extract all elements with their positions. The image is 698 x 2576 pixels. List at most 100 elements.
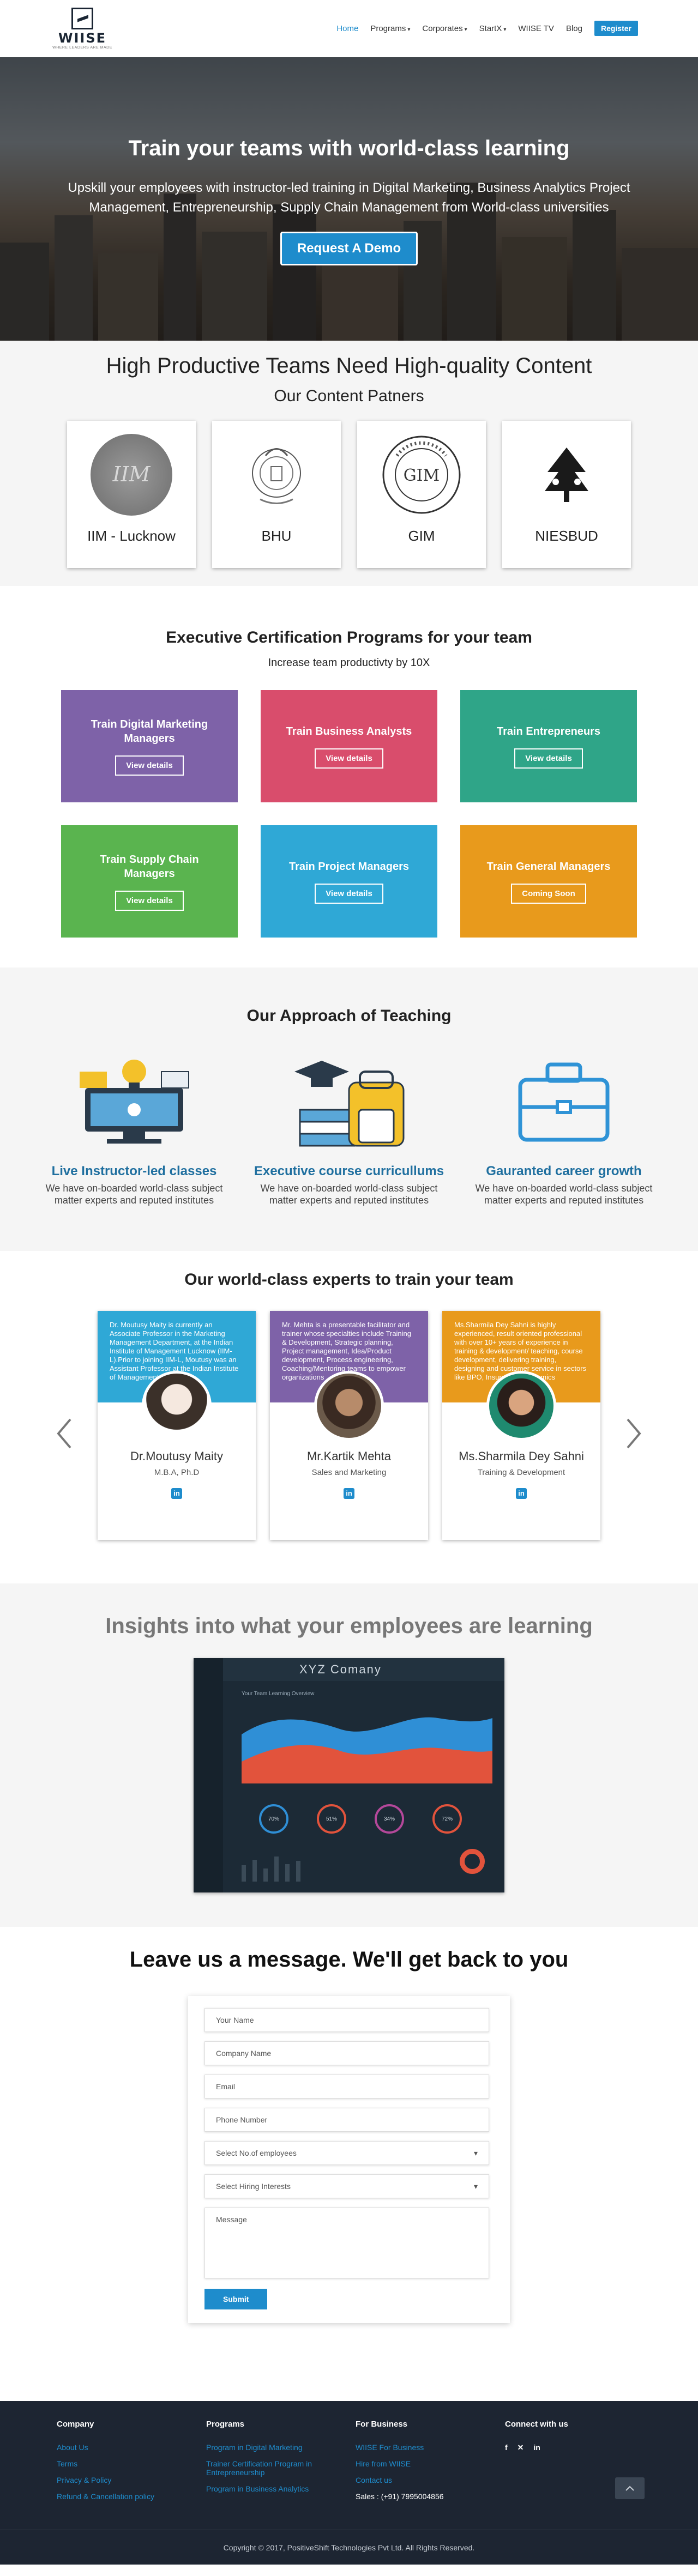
partner-card-bhu[interactable]: BHU (212, 421, 341, 568)
hiring-interests-select[interactable]: Select Hiring Interests ▾ (204, 2174, 489, 2198)
program-card-business-analysts[interactable]: Train Business Analysts View details (261, 690, 437, 802)
footer-link[interactable]: Terms (57, 2459, 206, 2468)
approach-text: We have on-boarded world-class subject m… (45, 1183, 223, 1206)
program-card-project-managers[interactable]: Train Project Managers View details (261, 825, 437, 938)
dashboard-title: XYZ Comany (223, 1658, 504, 1681)
site-footer: Company About Us Terms Privacy & Policy … (0, 2401, 698, 2565)
view-details-button[interactable]: View details (315, 883, 383, 904)
approach-title: Live Instructor-led classes (51, 1164, 217, 1178)
curriculum-illustration-icon (250, 1047, 448, 1156)
nav-blog[interactable]: Blog (566, 24, 582, 33)
experts-carousel: Dr. Moutusy Maity is currently an Associ… (0, 1311, 698, 1540)
program-card-digital-marketing[interactable]: Train Digital Marketing Managers View de… (61, 690, 238, 802)
program-card-entrepreneurs[interactable]: Train Entrepreneurs View details (460, 690, 637, 802)
expert-card[interactable]: Dr. Moutusy Maity is currently an Associ… (98, 1311, 256, 1540)
carousel-next-arrow-icon[interactable] (623, 1414, 645, 1453)
linkedin-icon[interactable]: in (344, 1488, 354, 1499)
expert-name: Ms.Sharmila Dey Sahni (459, 1449, 584, 1463)
footer-col-company: Company About Us Terms Privacy & Policy … (57, 2420, 206, 2508)
expert-name: Dr.Moutusy Maity (130, 1449, 223, 1463)
field-placeholder: Your Name (216, 2016, 254, 2024)
twitter-icon[interactable]: ✕ (518, 2443, 524, 2452)
caret-down-icon: ▾ (503, 26, 507, 33)
nav-corporates-label: Corporates (422, 23, 463, 33)
dashboard-screenshot: XYZ Comany Your Team Learning Overview 7… (194, 1658, 504, 1892)
footer-link[interactable]: Privacy & Policy (57, 2476, 206, 2484)
expert-role: Training & Development (477, 1468, 565, 1477)
contact-heading: Leave us a message. We'll get back to yo… (129, 1948, 569, 1972)
footer-link[interactable]: About Us (57, 2443, 206, 2452)
nav-programs[interactable]: Programs ▾ (370, 24, 410, 33)
caret-down-icon: ▾ (473, 2182, 478, 2191)
register-button[interactable]: Register (594, 21, 638, 36)
nav-corporates[interactable]: Corporates ▾ (422, 24, 467, 33)
footer-link[interactable]: Trainer Certification Program in Entrepr… (206, 2459, 356, 2477)
field-placeholder: Phone Number (216, 2115, 268, 2124)
insights-section: Insights into what your employees are le… (0, 1583, 698, 1927)
wiise-logo[interactable]: WIISE WHERE LEADERS ARE MADE (52, 8, 112, 51)
program-title: Train Entrepreneurs (496, 725, 601, 737)
select-placeholder: Select No.of employees (216, 2149, 297, 2157)
coming-soon-button[interactable]: Coming Soon (511, 883, 586, 904)
gim-seal-icon: GIM (381, 434, 462, 516)
footer-link[interactable]: Refund & Cancellation policy (57, 2492, 206, 2501)
dashboard-chart-title: Your Team Learning Overview (242, 1691, 315, 1697)
nav-home[interactable]: Home (336, 24, 358, 33)
gauge: 70% (259, 1804, 288, 1834)
approach-text: We have on-boarded world-class subject m… (260, 1183, 438, 1206)
carousel-prev-arrow-icon[interactable] (53, 1414, 75, 1453)
view-details-button[interactable]: View details (115, 890, 184, 911)
approach-item-curriculum: Executive course curricullums We have on… (250, 1047, 448, 1206)
approach-title: Executive course curricullums (254, 1164, 444, 1178)
footer-link[interactable]: WIISE For Business (356, 2443, 505, 2452)
contact-form: Your Name Company Name Email Phone Numbe… (188, 1996, 510, 2323)
facebook-icon[interactable]: f (505, 2443, 508, 2452)
caret-down-icon: ▾ (464, 26, 467, 33)
expert-card[interactable]: Ms.Sharmila Dey Sahni is highly experien… (442, 1311, 600, 1540)
phone-input[interactable]: Phone Number (204, 2108, 489, 2132)
hero-title: Train your teams with world-class learni… (128, 136, 570, 160)
select-placeholder: Select Hiring Interests (216, 2182, 291, 2191)
partner-name: IIM - Lucknow (87, 528, 176, 544)
linkedin-icon[interactable]: in (171, 1488, 182, 1499)
footer-col-programs: Programs Program in Digital Marketing Tr… (206, 2420, 356, 2508)
email-input[interactable]: Email (204, 2075, 489, 2099)
footer-link[interactable]: Program in Digital Marketing (206, 2443, 356, 2452)
view-details-button[interactable]: View details (115, 755, 184, 776)
message-textarea[interactable]: Message (204, 2208, 489, 2278)
footer-link[interactable]: Program in Business Analytics (206, 2484, 356, 2493)
nav-startx[interactable]: StartX ▾ (479, 24, 507, 33)
textarea-placeholder: Message (216, 2215, 247, 2224)
svg-text:IIM: IIM (112, 462, 151, 486)
dashboard-donut (460, 1849, 485, 1874)
program-card-general-managers[interactable]: Train General Managers Coming Soon (460, 825, 637, 938)
partners-heading: High Productive Teams Need High-quality … (106, 354, 592, 378)
partner-name: GIM (408, 528, 435, 544)
partner-card-niesbud[interactable]: NIESBUD (502, 421, 631, 568)
program-title: Train Project Managers (288, 860, 410, 873)
back-to-top-button[interactable] (615, 2477, 645, 2499)
view-details-button[interactable]: View details (514, 748, 583, 769)
learning-area-chart (242, 1717, 492, 1783)
programs-section: Executive Certification Programs for you… (0, 586, 698, 967)
linkedin-icon[interactable]: in (516, 1488, 527, 1499)
hero-banner: Train your teams with world-class learni… (0, 57, 698, 341)
request-demo-button[interactable]: Request A Demo (280, 232, 418, 265)
program-title: Train Business Analysts (286, 725, 412, 737)
partner-card-iim[interactable]: IIM IIM - Lucknow (67, 421, 196, 568)
partner-card-gim[interactable]: GIM GIM (357, 421, 486, 568)
program-card-supply-chain[interactable]: Train Supply Chain Managers View details (61, 825, 238, 938)
company-name-input[interactable]: Company Name (204, 2041, 489, 2065)
submit-button[interactable]: Submit (204, 2289, 268, 2309)
expert-card[interactable]: Mr. Mehta is a presentable facilitator a… (270, 1311, 428, 1540)
programs-heading: Executive Certification Programs for you… (166, 628, 532, 646)
linkedin-icon[interactable]: in (533, 2443, 540, 2452)
footer-link[interactable]: Hire from WIISE (356, 2459, 505, 2468)
view-details-button[interactable]: View details (315, 748, 383, 769)
main-menu: Home Programs ▾ Corporates ▾ StartX ▾ WIISE… (336, 21, 638, 36)
your-name-input[interactable]: Your Name (204, 2008, 489, 2032)
approach-text: We have on-boarded world-class subject m… (475, 1183, 653, 1206)
footer-link[interactable]: Contact us (356, 2476, 505, 2484)
employees-select[interactable]: Select No.of employees ▾ (204, 2141, 489, 2165)
nav-wiise-tv[interactable]: WIISE TV (518, 24, 554, 33)
